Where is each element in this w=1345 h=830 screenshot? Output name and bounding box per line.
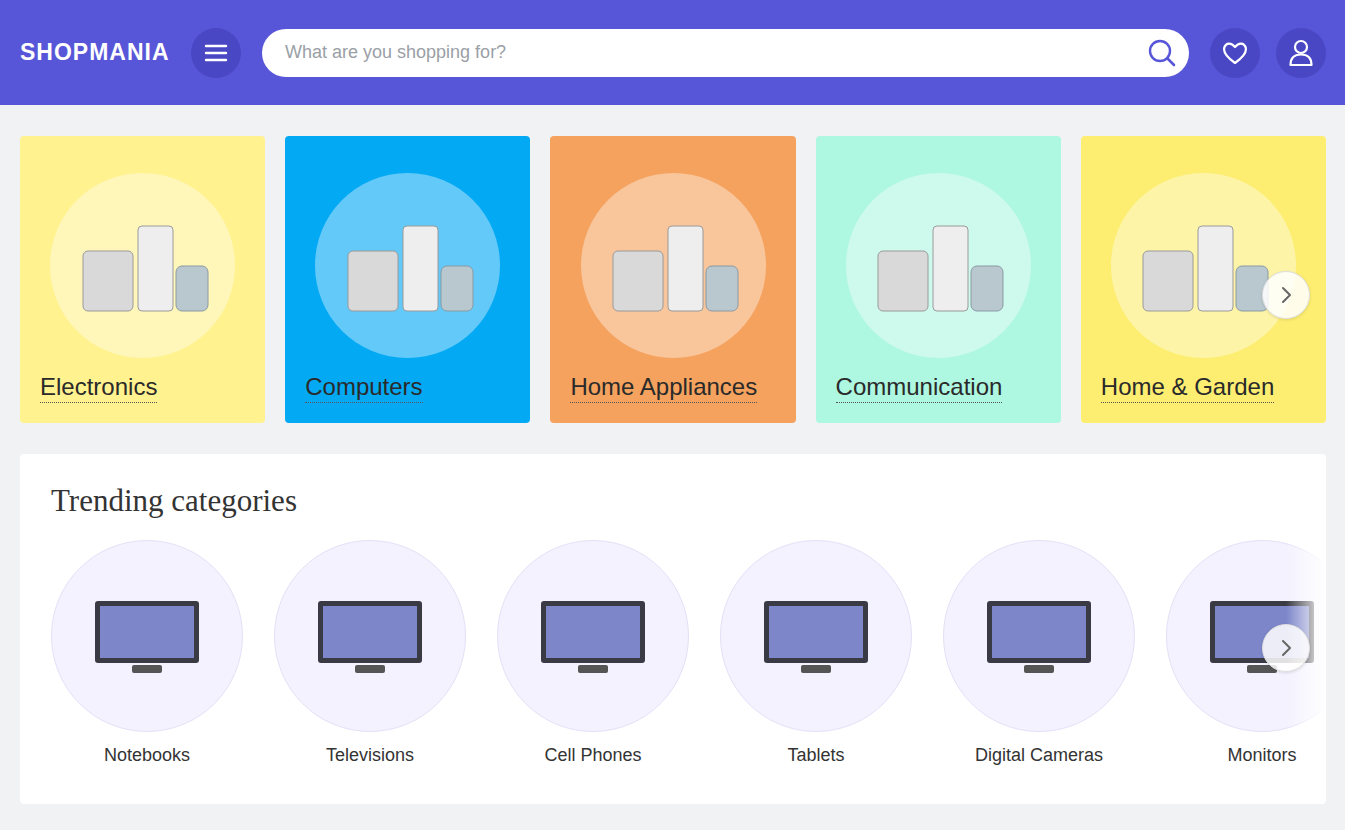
chevron-right-icon xyxy=(1276,285,1296,305)
trending-item[interactable]: Cell Phones xyxy=(497,540,689,766)
trending-item[interactable]: Notebooks xyxy=(51,540,243,766)
next-button[interactable] xyxy=(1262,271,1310,319)
trending-label: Digital Cameras xyxy=(975,744,1103,766)
trending-panel: Trending categories Notebooks Televisions C… xyxy=(20,454,1326,804)
account-button[interactable] xyxy=(1276,28,1326,78)
category-image xyxy=(581,173,766,358)
next-button[interactable] xyxy=(1262,624,1310,672)
category-label: Home & Garden xyxy=(1101,372,1274,403)
category-label: Communication xyxy=(836,372,1003,403)
trending-image xyxy=(51,540,243,732)
category-label: Computers xyxy=(305,372,422,403)
category-card[interactable]: Communication xyxy=(816,136,1061,423)
user-icon xyxy=(1288,39,1314,67)
trending-item[interactable]: Digital Cameras xyxy=(943,540,1135,766)
trending-label: Televisions xyxy=(326,744,414,766)
menu-button[interactable] xyxy=(191,28,241,78)
category-card[interactable]: Computers xyxy=(285,136,530,423)
category-label: Home Appliances xyxy=(570,372,757,403)
category-card[interactable]: Home Appliances xyxy=(550,136,795,423)
trending-label: Cell Phones xyxy=(544,744,641,766)
logo[interactable]: SHOPMANIA xyxy=(20,35,175,70)
category-image xyxy=(1111,173,1296,358)
trending-label: Tablets xyxy=(787,744,844,766)
section-title: Trending categories xyxy=(51,482,1326,520)
wishlist-button[interactable] xyxy=(1210,28,1260,78)
trending-label: Notebooks xyxy=(104,744,190,766)
trending-image xyxy=(497,540,689,732)
trending-image xyxy=(943,540,1135,732)
trending-image xyxy=(720,540,912,732)
category-card[interactable]: Electronics xyxy=(20,136,265,423)
category-card[interactable]: Home & Garden xyxy=(1081,136,1326,423)
search-button[interactable] xyxy=(1147,38,1177,68)
trending-label: Monitors xyxy=(1227,744,1296,766)
category-image xyxy=(315,173,500,358)
trending-image xyxy=(274,540,466,732)
trending-item[interactable]: Televisions xyxy=(274,540,466,766)
heart-icon xyxy=(1221,40,1249,66)
category-label: Electronics xyxy=(40,372,157,403)
menu-icon xyxy=(204,43,228,63)
category-image xyxy=(50,173,235,358)
category-image xyxy=(846,173,1031,358)
chevron-right-icon xyxy=(1276,638,1296,658)
top-bar: SHOPMANIA xyxy=(0,0,1345,105)
category-carousel: Electronics Computers Home Appliances Commu… xyxy=(0,105,1345,423)
search-icon xyxy=(1147,38,1177,68)
trending-list: Notebooks Televisions Cell Phones Tablets Di… xyxy=(51,540,1326,766)
search-input[interactable] xyxy=(283,38,1147,67)
trending-item[interactable]: Tablets xyxy=(720,540,912,766)
search-bar xyxy=(262,29,1189,77)
